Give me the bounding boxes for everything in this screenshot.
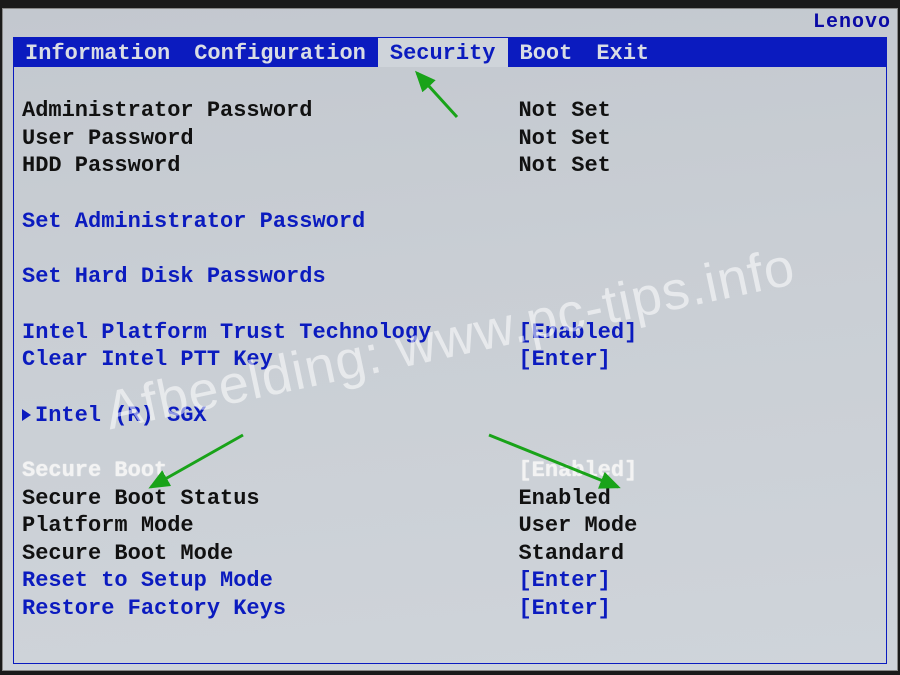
- value-restore-factory-keys: [Enter]: [518, 595, 878, 623]
- label-secure-boot: Secure Boot: [22, 457, 518, 485]
- spacer: [22, 429, 878, 457]
- spacer: [22, 291, 878, 319]
- submenu-arrow-icon: [22, 409, 31, 421]
- label-set-admin-password: Set Administrator Password: [22, 208, 518, 236]
- bios-tab-bar: Information Configuration Security Boot …: [13, 37, 887, 67]
- value-secure-boot-status: Enabled: [518, 485, 878, 513]
- row-hdd-password: HDD Password Not Set: [22, 152, 878, 180]
- monitor-bezel: Lenovo Information Configuration Securit…: [0, 0, 900, 675]
- label-platform-mode: Platform Mode: [22, 512, 518, 540]
- tab-information[interactable]: Information: [13, 37, 182, 67]
- row-ptt[interactable]: Intel Platform Trust Technology [Enabled…: [22, 319, 878, 347]
- tab-configuration[interactable]: Configuration: [182, 37, 378, 67]
- value-clear-ptt: [Enter]: [518, 346, 878, 374]
- brand-label: Lenovo: [803, 9, 897, 39]
- label-sgx-text: Intel (R) SGX: [35, 403, 207, 428]
- bios-screen: Lenovo Information Configuration Securit…: [2, 8, 898, 671]
- label-ptt: Intel Platform Trust Technology: [22, 319, 518, 347]
- label-secure-boot-status: Secure Boot Status: [22, 485, 518, 513]
- label-reset-setup-mode: Reset to Setup Mode: [22, 567, 518, 595]
- value-user-password: Not Set: [518, 125, 878, 153]
- tab-boot[interactable]: Boot: [508, 37, 585, 67]
- row-user-password: User Password Not Set: [22, 125, 878, 153]
- label-clear-ptt: Clear Intel PTT Key: [22, 346, 518, 374]
- value-ptt: [Enabled]: [518, 319, 878, 347]
- spacer: [22, 180, 878, 208]
- tab-exit[interactable]: Exit: [584, 37, 661, 67]
- row-secure-boot-status: Secure Boot Status Enabled: [22, 485, 878, 513]
- value-platform-mode: User Mode: [518, 512, 878, 540]
- value-hdd-password: Not Set: [518, 152, 878, 180]
- label-set-hdd-passwords: Set Hard Disk Passwords: [22, 263, 518, 291]
- value-reset-setup-mode: [Enter]: [518, 567, 878, 595]
- value-secure-boot-mode: Standard: [518, 540, 878, 568]
- row-platform-mode: Platform Mode User Mode: [22, 512, 878, 540]
- row-set-hdd-passwords[interactable]: Set Hard Disk Passwords: [22, 263, 878, 291]
- row-clear-ptt[interactable]: Clear Intel PTT Key [Enter]: [22, 346, 878, 374]
- row-admin-password: Administrator Password Not Set: [22, 97, 878, 125]
- value-admin-password: Not Set: [518, 97, 878, 125]
- label-secure-boot-mode: Secure Boot Mode: [22, 540, 518, 568]
- label-user-password: User Password: [22, 125, 518, 153]
- label-restore-factory-keys: Restore Factory Keys: [22, 595, 518, 623]
- value-secure-boot: [Enabled]: [518, 457, 878, 485]
- row-restore-factory-keys[interactable]: Restore Factory Keys [Enter]: [22, 595, 878, 623]
- label-admin-password: Administrator Password: [22, 97, 518, 125]
- label-hdd-password: HDD Password: [22, 152, 518, 180]
- bios-panel: Administrator Password Not Set User Pass…: [13, 67, 887, 664]
- row-secure-boot-mode: Secure Boot Mode Standard: [22, 540, 878, 568]
- row-secure-boot[interactable]: Secure Boot [Enabled]: [22, 457, 878, 485]
- spacer: [22, 235, 878, 263]
- spacer: [22, 374, 878, 402]
- row-set-admin-password[interactable]: Set Administrator Password: [22, 208, 878, 236]
- label-sgx: Intel (R) SGX: [22, 402, 518, 430]
- row-sgx[interactable]: Intel (R) SGX: [22, 402, 878, 430]
- row-reset-setup-mode[interactable]: Reset to Setup Mode [Enter]: [22, 567, 878, 595]
- tab-security[interactable]: Security: [378, 37, 508, 67]
